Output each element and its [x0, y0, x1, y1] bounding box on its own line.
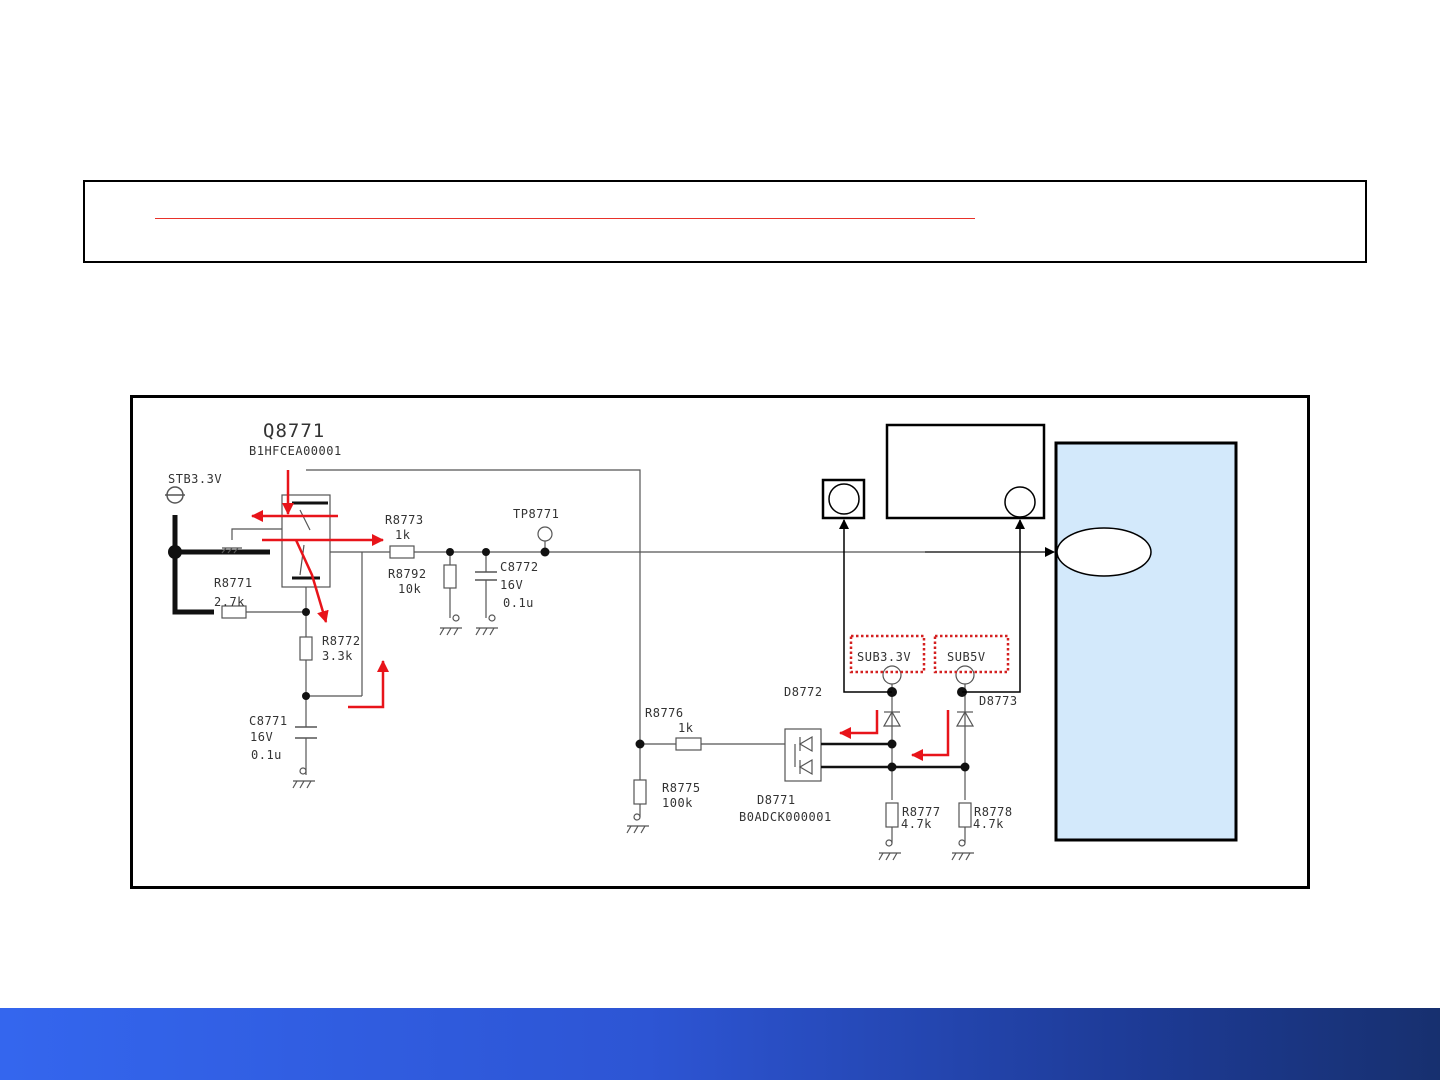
c8771-voltage: 16V	[250, 730, 273, 744]
junction-dot	[540, 547, 550, 557]
flow-arrows-left	[251, 470, 389, 709]
r8772-resistor	[299, 636, 313, 661]
r8771-value: 2.7k	[214, 595, 245, 609]
junction-dot	[446, 548, 454, 556]
junction-dot	[482, 548, 490, 556]
d8771-diode-pack	[784, 728, 822, 782]
schematic-diagram: Q8771 B1HFCEA00001 STB3.3V R8771 2.7k R8…	[165, 420, 1238, 861]
supply-block-pin	[1004, 486, 1036, 518]
r8775-label: R8775	[662, 781, 701, 795]
d8773-label: D8773	[979, 694, 1018, 708]
r8773-resistor	[389, 545, 415, 559]
r8773-label: R8773	[385, 513, 424, 527]
stb-terminal	[165, 486, 185, 504]
c8772-voltage: 16V	[500, 578, 523, 592]
q8771-transistor	[221, 469, 641, 744]
r8777-value: 4.7k	[901, 817, 932, 831]
footer-bar	[0, 1008, 1440, 1080]
r8792-value: 10k	[398, 582, 421, 596]
ic-block	[1054, 441, 1238, 842]
flow-arrows-right	[839, 710, 950, 761]
junction-dot	[302, 692, 310, 700]
c8772-branch	[475, 552, 498, 636]
r8792-label: R8792	[388, 567, 427, 581]
ground-symbol	[292, 767, 315, 789]
d8772-label: D8772	[784, 685, 823, 699]
c8771-label: C8771	[249, 714, 288, 728]
tp8771-label: TP8771	[513, 507, 559, 521]
junction-dot	[168, 545, 182, 559]
junction-dot	[960, 762, 970, 772]
r8776-label: R8776	[645, 706, 684, 720]
d8771-part-label: B0ADCK000001	[739, 810, 832, 824]
r8771-label: R8771	[214, 576, 253, 590]
junction-dot	[887, 739, 897, 749]
c8771-value: 0.1u	[251, 748, 282, 762]
r8792-branch	[439, 552, 462, 636]
junction-dot	[635, 739, 645, 749]
c8772-value: 0.1u	[503, 596, 534, 610]
sub5-label: SUB5V	[947, 650, 986, 664]
q8771-label: Q8771	[263, 420, 325, 442]
r8776-value: 1k	[678, 721, 694, 735]
sub33-label: SUB3.3V	[857, 650, 911, 664]
r8778-value: 4.7k	[973, 817, 1004, 831]
c8772-label: C8772	[500, 560, 539, 574]
junction-dot	[887, 762, 897, 772]
ic-input-port	[1056, 527, 1152, 577]
r8772-label: R8772	[322, 634, 361, 648]
r8772-value: 3.3k	[322, 649, 353, 663]
junction-dot	[302, 608, 310, 616]
connector-pin	[828, 483, 860, 515]
q8771-part-label: B1HFCEA00001	[249, 444, 342, 458]
stb-label: STB3.3V	[168, 472, 222, 486]
r8775-value: 100k	[662, 796, 693, 810]
supply-lines	[839, 519, 1025, 693]
d8771-label: D8771	[757, 793, 796, 807]
r8773-value: 1k	[395, 528, 411, 542]
c8771-capacitor	[295, 726, 317, 739]
